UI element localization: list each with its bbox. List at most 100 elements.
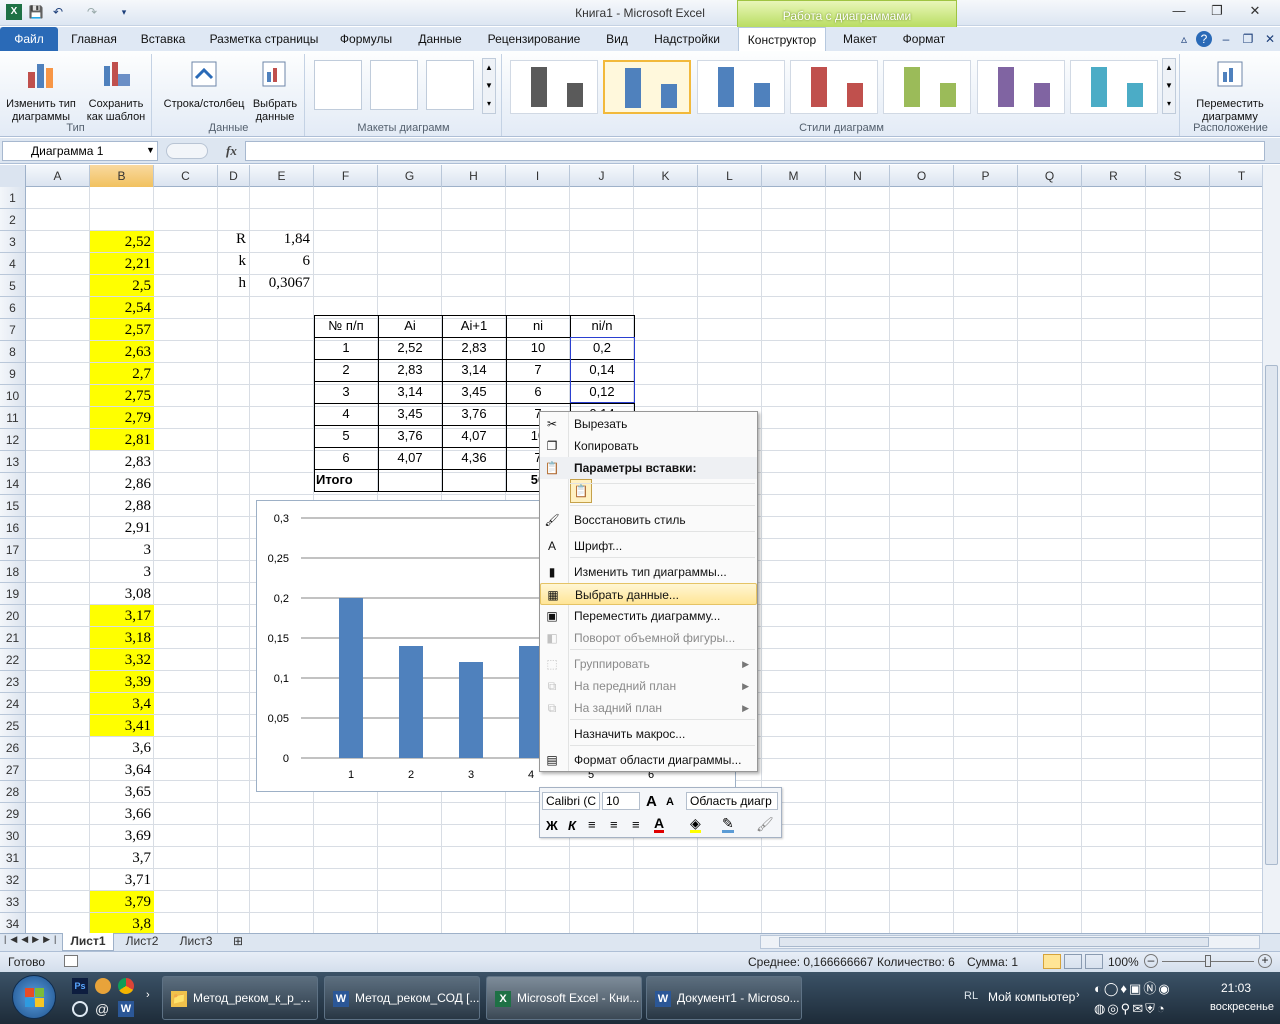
column-header-d[interactable]: D <box>218 165 250 187</box>
font-color-icon[interactable]: A <box>654 816 665 833</box>
grow-font-icon[interactable]: A <box>646 793 657 810</box>
cell-b15[interactable]: 2,88 <box>90 495 154 516</box>
layout-thumb-2[interactable] <box>370 60 418 110</box>
table-cell[interactable]: 4,07 <box>442 425 506 447</box>
cell-b16[interactable]: 2,91 <box>90 517 154 538</box>
table-cell[interactable]: 4,07 <box>378 447 442 469</box>
outline-color-icon[interactable]: ✎ <box>722 816 734 833</box>
taskbar-item[interactable]: 📁 Метод_реком_к_р_... <box>162 976 318 1020</box>
chart-style-1[interactable] <box>510 60 598 114</box>
menu-item-scissors[interactable]: ✂ Вырезать <box>540 413 757 435</box>
cell-b8[interactable]: 2,63 <box>90 341 154 362</box>
move-chart-button[interactable]: Переместить диаграмму <box>1183 58 1277 124</box>
row-header[interactable]: 1 <box>0 187 26 209</box>
select-data-button[interactable]: Выбрать данные <box>249 58 301 124</box>
column-header-s[interactable]: S <box>1146 165 1210 187</box>
column-header-e[interactable]: E <box>250 165 314 187</box>
row-header[interactable]: 24 <box>0 693 26 715</box>
column-header-j[interactable]: J <box>570 165 634 187</box>
quick-icon-1[interactable] <box>72 1001 88 1017</box>
switch-row-column-button[interactable]: Строка/столбец <box>159 58 249 111</box>
table-header-2[interactable]: Ai <box>378 315 442 337</box>
column-header-c[interactable]: C <box>154 165 218 187</box>
table-cell[interactable]: 6 <box>314 447 378 469</box>
cell-b29[interactable]: 3,66 <box>90 803 154 824</box>
row-header[interactable]: 9 <box>0 363 26 385</box>
column-header-m[interactable]: M <box>762 165 826 187</box>
cell-b11[interactable]: 2,79 <box>90 407 154 428</box>
tab-formulas[interactable]: Формулы <box>334 27 398 51</box>
column-header-g[interactable]: G <box>378 165 442 187</box>
row-header[interactable]: 16 <box>0 517 26 539</box>
clock-time[interactable]: 21:03 <box>1206 981 1266 995</box>
chart-style-2[interactable] <box>603 60 692 114</box>
table-cell[interactable]: 2 <box>314 359 378 381</box>
mini-font-select[interactable]: Calibri (С <box>542 792 600 810</box>
table-cell[interactable]: 3,76 <box>442 403 506 425</box>
cell-b31[interactable]: 3,7 <box>90 847 154 868</box>
vertical-scrollbar[interactable] <box>1262 165 1280 933</box>
table-cell[interactable]: 2,83 <box>442 337 506 359</box>
row-header[interactable]: 34 <box>0 913 26 935</box>
tab-view[interactable]: Вид <box>596 27 638 51</box>
cell-b33[interactable]: 3,79 <box>90 891 154 912</box>
row-header[interactable]: 7 <box>0 319 26 341</box>
row-header[interactable]: 33 <box>0 891 26 913</box>
close-button[interactable]: ✕ <box>1240 3 1270 21</box>
word-quick-icon[interactable]: W <box>118 1001 134 1017</box>
taskbar-item[interactable]: W Метод_реком_СОД [... <box>324 976 480 1020</box>
table-cell[interactable]: 10 <box>506 337 570 359</box>
column-header-a[interactable]: A <box>26 165 90 187</box>
table-cell[interactable]: 4 <box>314 403 378 425</box>
table-cell[interactable]: 7 <box>506 359 570 381</box>
align-right-icon[interactable]: ≡ <box>632 817 640 832</box>
taskbar-item[interactable]: W Документ1 - Microso... <box>646 976 802 1020</box>
row-header[interactable]: 5 <box>0 275 26 297</box>
table-cell[interactable]: 3,14 <box>442 359 506 381</box>
row-header[interactable]: 4 <box>0 253 26 275</box>
row-header[interactable]: 8 <box>0 341 26 363</box>
row-header[interactable]: 21 <box>0 627 26 649</box>
chart-bar[interactable] <box>339 598 363 758</box>
tab-home[interactable]: Главная <box>62 27 126 51</box>
table-cell[interactable]: 3,14 <box>378 381 442 403</box>
help-icon[interactable]: ? <box>1196 31 1212 47</box>
cell-b14[interactable]: 2,86 <box>90 473 154 494</box>
param-value-r[interactable]: 1,84 <box>250 231 313 248</box>
doc-restore-icon[interactable]: ❐ <box>1240 31 1256 47</box>
chrome-icon[interactable] <box>118 978 134 994</box>
row-header[interactable]: 32 <box>0 869 26 891</box>
zoom-level[interactable]: 100% <box>1108 955 1139 969</box>
param-label-h[interactable]: h <box>218 275 248 292</box>
cell-b6[interactable]: 2,54 <box>90 297 154 318</box>
row-header[interactable]: 28 <box>0 781 26 803</box>
cell-b20[interactable]: 3,17 <box>90 605 154 626</box>
table-cell[interactable]: 1 <box>314 337 378 359</box>
select-all-corner[interactable] <box>0 165 26 187</box>
cell-b7[interactable]: 2,57 <box>90 319 154 340</box>
param-label-r[interactable]: R <box>218 231 248 248</box>
cell-b23[interactable]: 3,39 <box>90 671 154 692</box>
shrink-font-icon[interactable]: A <box>666 796 674 808</box>
table-cell[interactable]: 6 <box>506 381 570 403</box>
row-header[interactable]: 29 <box>0 803 26 825</box>
cell-b22[interactable]: 3,32 <box>90 649 154 670</box>
zoom-in-icon[interactable]: + <box>1258 954 1272 968</box>
fill-color-icon[interactable]: ◈ <box>690 816 701 833</box>
chart-bar[interactable] <box>459 662 483 758</box>
param-label-k[interactable]: k <box>218 253 248 270</box>
row-header[interactable]: 6 <box>0 297 26 319</box>
column-header-i[interactable]: I <box>506 165 570 187</box>
table-cell[interactable]: 5 <box>314 425 378 447</box>
row-header[interactable]: 2 <box>0 209 26 231</box>
format-painter-icon[interactable]: 🖌 <box>756 816 774 833</box>
quicklaunch-more-icon[interactable]: › <box>146 989 150 1001</box>
tab-layout[interactable]: Макет <box>832 27 888 51</box>
layout-thumb-1[interactable] <box>314 60 362 110</box>
aimp-icon[interactable] <box>95 978 111 994</box>
table-cell[interactable]: 3 <box>314 381 378 403</box>
menu-item-group[interactable]: ⬚ Группировать ▶ <box>540 653 757 675</box>
chart-style-5[interactable] <box>883 60 972 114</box>
menu-item-send-back[interactable]: ⧉ На задний план ▶ <box>540 697 757 719</box>
cell-b34[interactable]: 3,8 <box>90 913 154 934</box>
